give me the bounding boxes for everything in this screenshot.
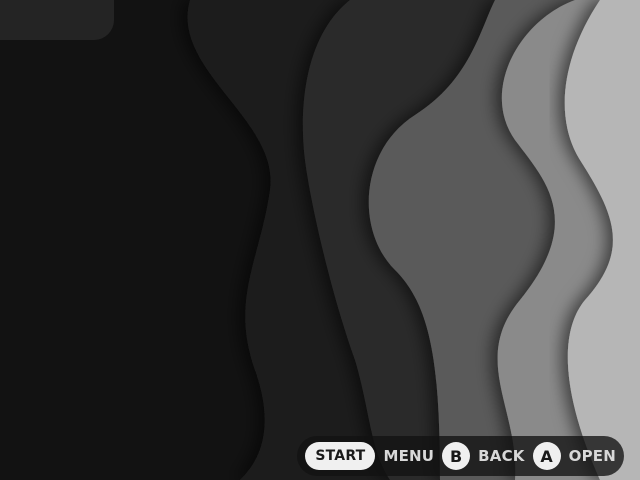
hint-a-open[interactable]: A OPEN [532,442,616,470]
button-hint-bar: START MENU B BACK A OPEN [297,436,624,476]
top-left-status-pill [0,0,114,40]
hint-b-back[interactable]: B BACK [442,442,524,470]
open-label: OPEN [568,447,616,465]
wavy-background [0,0,640,480]
start-button-icon: START [305,442,376,470]
menu-label: MENU [383,447,435,465]
back-label: BACK [478,447,525,465]
a-button-icon: A [532,442,561,470]
b-button-icon: B [442,442,471,470]
hint-start-menu[interactable]: START MENU [305,442,434,470]
